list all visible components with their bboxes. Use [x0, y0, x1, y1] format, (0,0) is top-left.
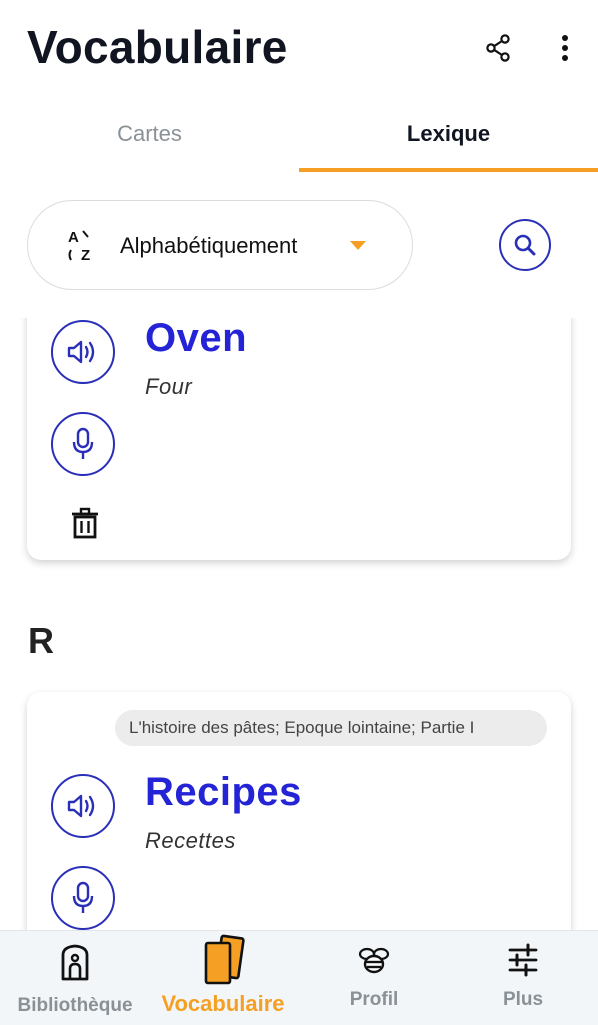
tab-lexique[interactable]: Lexique [299, 100, 598, 168]
source-tag: L'histoire des pâtes; Epoque lointaine; … [115, 710, 547, 746]
svg-text:A: A [68, 229, 79, 246]
active-tab-indicator [299, 168, 598, 172]
nav-plus[interactable]: Plus [448, 931, 598, 1025]
tab-bar: Cartes Lexique [0, 100, 598, 172]
section-header-letter: R [28, 620, 54, 661]
translation-text: Four [145, 374, 193, 399]
term-text: Recipes [145, 770, 302, 814]
nav-label: Bibliothèque [17, 995, 133, 1016]
sliders-icon [508, 943, 538, 977]
microphone-icon [72, 427, 94, 459]
microphone-icon [72, 881, 94, 913]
vocabulary-card: L'histoire des pâtes; Epoque lointaine; … [27, 692, 571, 930]
sort-alpha-icon: A Z [68, 229, 90, 263]
play-audio-button[interactable] [51, 320, 115, 384]
nav-label: Vocabulaire [161, 991, 285, 1016]
trash-icon [72, 507, 98, 539]
vocabulary-card: Oven Four [27, 318, 571, 560]
vocabulary-list[interactable]: Oven Four R L'histoire des pâtes; Epoque… [0, 318, 598, 930]
library-icon [61, 944, 89, 981]
sort-dropdown[interactable]: A Z Alphabétiquement [27, 200, 413, 290]
sort-label: Alphabétiquement [120, 233, 298, 258]
nav-bibliotheque[interactable]: Bibliothèque [0, 931, 150, 1025]
app-header: Vocabulaire [0, 0, 598, 100]
nav-label: Profil [349, 989, 399, 1010]
dropdown-arrow-icon [350, 241, 366, 250]
term-text: Oven [145, 318, 248, 360]
bottom-navigation: Bibliothèque Vocabulaire Profil Plus [0, 930, 598, 1025]
more-options-button[interactable] [545, 28, 585, 68]
record-pronunciation-button[interactable] [51, 866, 115, 930]
share-button[interactable] [478, 28, 518, 68]
more-vertical-icon [562, 35, 568, 61]
nav-profil[interactable]: Profil [299, 931, 449, 1025]
page-title: Vocabulaire [27, 21, 288, 73]
delete-button[interactable] [65, 503, 105, 543]
nav-label: Plus [502, 989, 544, 1010]
record-pronunciation-button[interactable] [51, 412, 115, 476]
play-audio-button[interactable] [51, 774, 115, 838]
share-icon [486, 34, 510, 62]
vocabulary-cards-icon [204, 934, 245, 985]
search-button[interactable] [499, 219, 551, 271]
nav-vocabulaire[interactable]: Vocabulaire [148, 931, 298, 1025]
tab-cartes[interactable]: Cartes [0, 100, 299, 168]
search-icon [514, 234, 536, 256]
speaker-icon [67, 794, 95, 818]
speaker-icon [67, 340, 95, 364]
svg-text:Z: Z [81, 247, 90, 263]
translation-text: Recettes [145, 828, 236, 853]
bee-icon [358, 947, 390, 974]
